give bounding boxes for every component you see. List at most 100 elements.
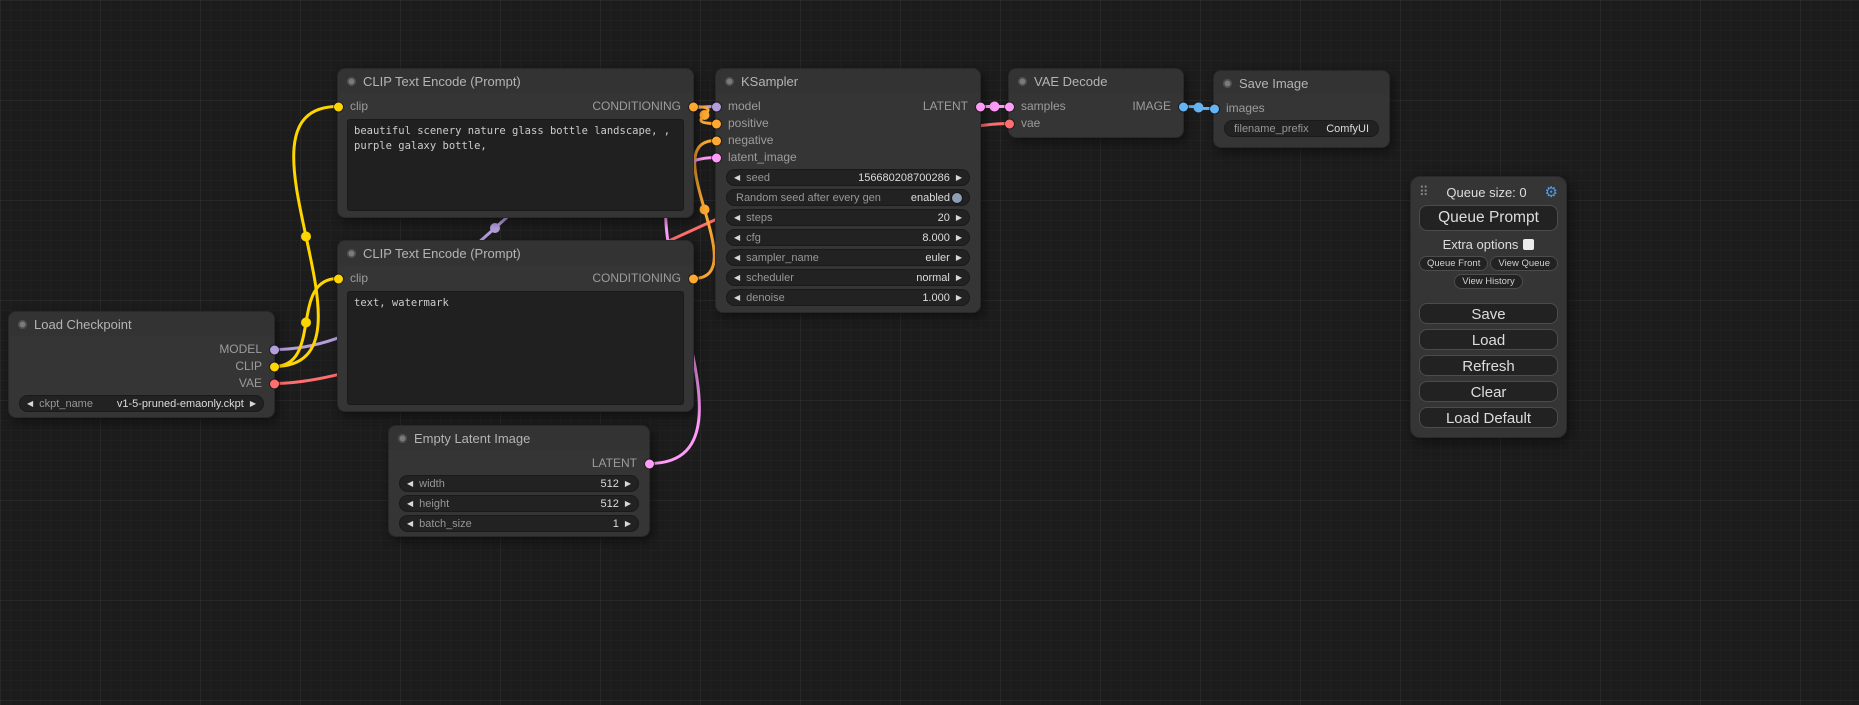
ckpt-name-widget[interactable]: ◀ ckpt_name v1-5-pruned-emaonly.ckpt ▶ — [19, 395, 264, 412]
height-widget[interactable]: ◀ height 512 ▶ — [399, 495, 639, 512]
clip-input-port[interactable] — [334, 274, 343, 283]
node-clip-text-encode-positive[interactable]: CLIP Text Encode (Prompt) clip CONDITION… — [337, 68, 694, 218]
node-title-bar[interactable]: KSampler — [716, 69, 980, 93]
view-history-button[interactable]: View History — [1454, 274, 1523, 289]
toggle-knob[interactable] — [952, 193, 962, 203]
vae-input-port[interactable] — [1005, 119, 1014, 128]
clip-input-port[interactable] — [334, 102, 343, 111]
batch-size-widget[interactable]: ◀ batch_size 1 ▶ — [399, 515, 639, 532]
model-input-port[interactable] — [712, 102, 721, 111]
decrement-arrow-icon[interactable]: ◀ — [734, 234, 740, 242]
node-title-bar[interactable]: VAE Decode — [1009, 69, 1183, 93]
random-seed-toggle-widget[interactable]: Random seed after every gen enabled — [726, 189, 970, 206]
positive-prompt-textarea[interactable]: beautiful scenery nature glass bottle la… — [347, 119, 684, 211]
sampler-name-widget[interactable]: ◀ sampler_name euler ▶ — [726, 249, 970, 266]
samples-input-port[interactable] — [1005, 102, 1014, 111]
positive-input-port[interactable] — [712, 119, 721, 128]
increment-arrow-icon[interactable]: ▶ — [625, 500, 631, 508]
decrement-arrow-icon[interactable]: ◀ — [27, 400, 33, 408]
decrement-arrow-icon[interactable]: ◀ — [734, 214, 740, 222]
input-slot-label: clip — [350, 270, 368, 287]
increment-arrow-icon[interactable]: ▶ — [625, 520, 631, 528]
output-slot-label: IMAGE — [1132, 98, 1171, 115]
load-button[interactable]: Load — [1419, 329, 1558, 350]
increment-arrow-icon[interactable]: ▶ — [956, 274, 962, 282]
clip-output-port[interactable] — [270, 362, 279, 371]
images-input-port[interactable] — [1210, 104, 1219, 113]
latent-output-port[interactable] — [976, 102, 985, 111]
increment-arrow-icon[interactable]: ▶ — [956, 254, 962, 262]
vae-output-port[interactable] — [270, 379, 279, 388]
node-empty-latent-image[interactable]: Empty Latent Image LATENT ◀ width 512 ▶ … — [388, 425, 650, 537]
settings-gear-icon[interactable]: ⚙ — [1545, 185, 1558, 200]
node-ksampler[interactable]: KSampler model LATENT positive negative … — [715, 68, 981, 313]
increment-arrow-icon[interactable]: ▶ — [956, 174, 962, 182]
node-save-image[interactable]: Save Image images filename_prefix ComfyU… — [1213, 70, 1390, 148]
collapse-dot-icon[interactable] — [725, 77, 734, 86]
node-clip-text-encode-negative[interactable]: CLIP Text Encode (Prompt) clip CONDITION… — [337, 240, 694, 412]
width-widget[interactable]: ◀ width 512 ▶ — [399, 475, 639, 492]
latent-output-port[interactable] — [645, 459, 654, 468]
model-output-port[interactable] — [270, 345, 279, 354]
decrement-arrow-icon[interactable]: ◀ — [734, 294, 740, 302]
node-load-checkpoint[interactable]: Load Checkpoint MODEL CLIP VAE ◀ ckpt_na… — [8, 311, 275, 418]
load-default-button[interactable]: Load Default — [1419, 407, 1558, 428]
node-title: Load Checkpoint — [34, 317, 132, 332]
node-title: CLIP Text Encode (Prompt) — [363, 74, 521, 89]
decrement-arrow-icon[interactable]: ◀ — [734, 174, 740, 182]
node-title-bar[interactable]: CLIP Text Encode (Prompt) — [338, 241, 693, 265]
collapse-dot-icon[interactable] — [1223, 79, 1232, 88]
input-slot-label: vae — [1021, 115, 1040, 132]
clear-button[interactable]: Clear — [1419, 381, 1558, 402]
drag-handle-icon[interactable]: ⠿ — [1419, 184, 1429, 200]
latent-image-input-port[interactable] — [712, 153, 721, 162]
filename-prefix-widget[interactable]: filename_prefix ComfyUI — [1224, 120, 1379, 137]
save-button[interactable]: Save — [1419, 303, 1558, 324]
widget-label: width — [419, 478, 445, 490]
widget-label: height — [419, 498, 449, 510]
negative-input-port[interactable] — [712, 136, 721, 145]
seed-widget[interactable]: ◀ seed 156680208700286 ▶ — [726, 169, 970, 186]
image-output-port[interactable] — [1179, 102, 1188, 111]
decrement-arrow-icon[interactable]: ◀ — [407, 520, 413, 528]
refresh-button[interactable]: Refresh — [1419, 355, 1558, 376]
decrement-arrow-icon[interactable]: ◀ — [407, 500, 413, 508]
view-queue-button[interactable]: View Queue — [1490, 256, 1558, 271]
collapse-dot-icon[interactable] — [18, 320, 27, 329]
node-title: CLIP Text Encode (Prompt) — [363, 246, 521, 261]
collapse-dot-icon[interactable] — [347, 77, 356, 86]
graph-canvas[interactable]: Load Checkpoint MODEL CLIP VAE ◀ ckpt_na… — [0, 0, 1859, 705]
output-slot-label: MODEL — [219, 341, 262, 358]
input-slot-label: samples — [1021, 98, 1066, 115]
scheduler-widget[interactable]: ◀ scheduler normal ▶ — [726, 269, 970, 286]
collapse-dot-icon[interactable] — [398, 434, 407, 443]
increment-arrow-icon[interactable]: ▶ — [625, 480, 631, 488]
extra-options-checkbox[interactable] — [1523, 239, 1534, 250]
widget-label: seed — [746, 172, 770, 184]
node-title-bar[interactable]: Load Checkpoint — [9, 312, 274, 336]
widget-value: euler — [925, 252, 949, 264]
queue-prompt-button[interactable]: Queue Prompt — [1419, 205, 1558, 231]
node-title-bar[interactable]: Empty Latent Image — [389, 426, 649, 450]
increment-arrow-icon[interactable]: ▶ — [956, 234, 962, 242]
node-title-bar[interactable]: CLIP Text Encode (Prompt) — [338, 69, 693, 93]
slot-row: vae — [1009, 115, 1183, 132]
collapse-dot-icon[interactable] — [1018, 77, 1027, 86]
increment-arrow-icon[interactable]: ▶ — [956, 214, 962, 222]
node-vae-decode[interactable]: VAE Decode samples IMAGE vae — [1008, 68, 1184, 138]
decrement-arrow-icon[interactable]: ◀ — [734, 254, 740, 262]
conditioning-output-port[interactable] — [689, 102, 698, 111]
negative-prompt-textarea[interactable]: text, watermark — [347, 291, 684, 405]
conditioning-output-port[interactable] — [689, 274, 698, 283]
cfg-widget[interactable]: ◀ cfg 8.000 ▶ — [726, 229, 970, 246]
collapse-dot-icon[interactable] — [347, 249, 356, 258]
increment-arrow-icon[interactable]: ▶ — [250, 400, 256, 408]
denoise-widget[interactable]: ◀ denoise 1.000 ▶ — [726, 289, 970, 306]
queue-front-button[interactable]: Queue Front — [1419, 256, 1488, 271]
steps-widget[interactable]: ◀ steps 20 ▶ — [726, 209, 970, 226]
decrement-arrow-icon[interactable]: ◀ — [407, 480, 413, 488]
increment-arrow-icon[interactable]: ▶ — [956, 294, 962, 302]
decrement-arrow-icon[interactable]: ◀ — [734, 274, 740, 282]
widget-label: ckpt_name — [39, 398, 93, 410]
node-title-bar[interactable]: Save Image — [1214, 71, 1389, 95]
